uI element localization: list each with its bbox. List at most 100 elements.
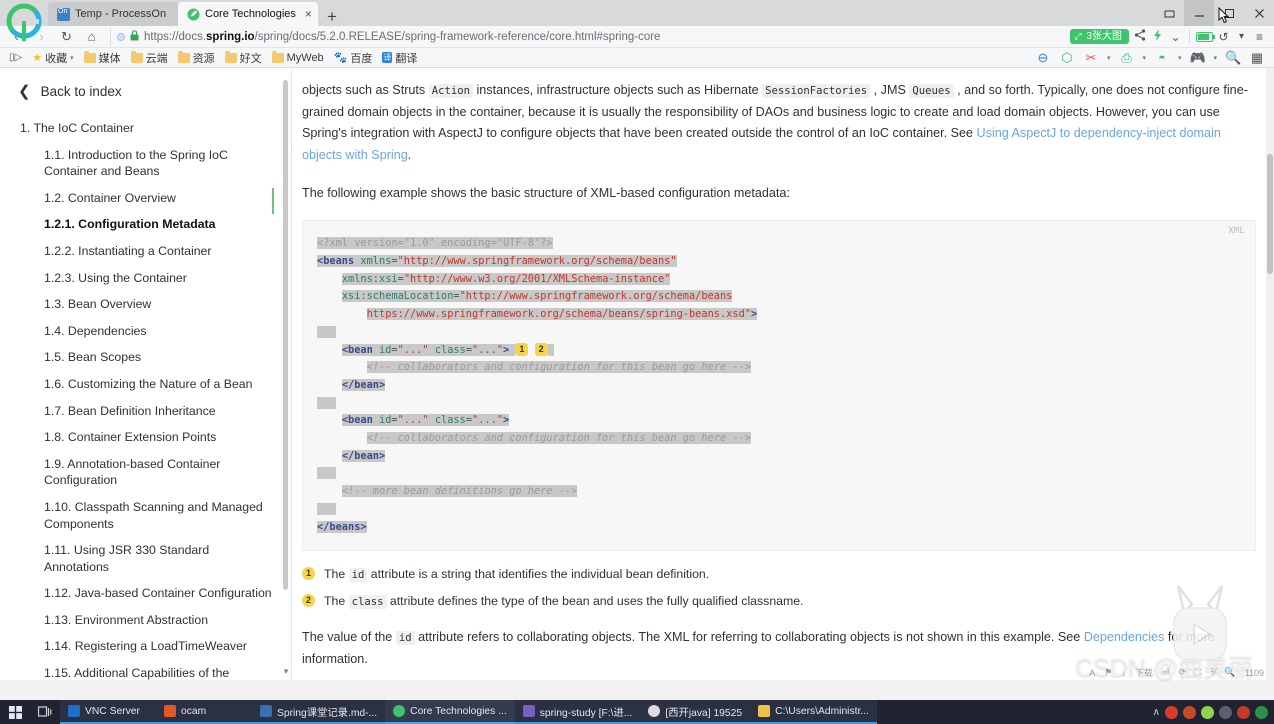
taskbar-item-java[interactable]: [西开java] 19525 [640,700,751,724]
restore-down-icon[interactable] [1154,0,1184,26]
history-icon[interactable]: ↺ [1216,30,1231,44]
browser-tab-1[interactable]: Core Technologies × [178,2,318,26]
dependencies-link[interactable]: Dependencies [1084,630,1165,644]
bookmark-item-4[interactable]: 好文 [221,49,266,67]
bookmark-label: 收藏 [45,52,68,65]
taskbar-item-ocam[interactable]: ocam [156,700,252,724]
stop-icon[interactable]: ⬡ [1059,50,1075,66]
sidebar-item-1-2-1[interactable]: 1.2.1. Configuration Metadata [18,216,275,233]
fullscreen-icon[interactable]: ⛶ [1195,667,1201,678]
lock-icon [130,29,139,44]
caret-small-icon[interactable]: ▾ [1234,31,1249,42]
scroll-down-icon[interactable]: ▼ [282,667,290,676]
app-icon-5[interactable] [1255,705,1268,719]
chevron-down-icon[interactable]: ▾ [1107,54,1111,62]
chevron-down-icon[interactable]: ▾ [1142,54,1146,62]
page-info-icon[interactable] [117,32,125,41]
taskbar-item-browser[interactable]: Core Technologies ... [385,700,515,724]
windows-start-icon[interactable] [0,700,30,724]
scissors-icon[interactable]: ✂ [1083,50,1099,66]
chevron-down-icon[interactable]: ▾ [1213,54,1217,62]
sidebar-scrollbar[interactable] [283,80,288,590]
sidebar-item-1-2[interactable]: 1.2. Container Overview [18,190,275,207]
sidebar-item-1-2-2[interactable]: 1.2.2. Instantiating a Container [18,243,275,260]
app-icon-2[interactable] [1201,705,1214,719]
new-tab-button[interactable]: + [318,8,346,26]
address-bar[interactable]: https://docs.spring.io/spring/docs/5.2.0… [110,27,1067,46]
tab-close-icon[interactable]: × [301,8,312,20]
page-viewport: ❮ Back to index 1. The IoC Container 1.1… [0,68,1274,680]
bookmark-icon[interactable]: ⚑ [1104,667,1112,678]
search-icon[interactable]: 🔍 [1224,667,1235,678]
code-block-xml[interactable]: XML <?xml version="1.0" encoding="UTF-8"… [302,220,1256,552]
sidebar-item-1-4[interactable]: 1.4. Dependencies [18,323,275,340]
taskbar-item-idea[interactable]: spring-study [F:\进... [514,700,641,724]
tray-expand-icon[interactable]: ∧ [1153,707,1160,718]
tab-title: Core Technologies [205,8,296,20]
sidebar-item-1-1[interactable]: 1.1. Introduction to the Spring IoC Cont… [18,147,275,180]
percent-icon[interactable]: ⅟ [1210,667,1215,678]
bookmark-item-7[interactable]: 译 翻译 [378,49,421,67]
app-icon-4[interactable] [1237,705,1250,719]
sidebar-item-1-15[interactable]: 1.15. Additional Capabilities of the App… [18,665,275,680]
sidebar-item-1-6[interactable]: 1.6. Customizing the Nature of a Bean [18,376,275,393]
bookmark-item-3[interactable]: 资源 [174,49,219,67]
download-label[interactable]: 下载 [1135,666,1153,679]
red-circle-icon[interactable] [1165,705,1178,719]
sidebar-item-1-5[interactable]: 1.5. Bean Scopes [18,349,275,366]
task-view-icon[interactable] [30,700,60,724]
taskbar-item-explorer[interactable]: C:\Users\Administr... [750,700,877,724]
bookmark-item-6[interactable]: 🐾 百度 [330,49,377,67]
sidebar-item-1-13[interactable]: 1.13. Environment Abstraction [18,612,275,629]
bookmark-item-2[interactable]: 云端 [127,49,172,67]
back-to-index-link[interactable]: ❮ Back to index [18,82,275,100]
baidu-icon: 🐾 [333,52,348,64]
bookmark-item-0[interactable]: ★ 收藏 ▾ [28,49,77,67]
bookmarks-overflow-button[interactable]: ▯▷ [5,51,26,64]
taskbar-item-vnc[interactable]: VNC Server [60,700,156,724]
menu-icon[interactable]: ≡ [1252,30,1267,44]
app-icon-1[interactable] [1183,705,1196,719]
game-icon[interactable]: 🎮 [1189,50,1205,66]
sidebar-item-1-9[interactable]: 1.9. Annotation-based Container Configur… [18,456,275,489]
share-icon[interactable] [1132,29,1147,44]
bookmark-label: 资源 [192,52,215,65]
sidebar-item-1-2-3[interactable]: 1.2.3. Using the Container [18,270,275,287]
refresh-icon[interactable]: ⟳ [1178,667,1186,678]
code-callout-2: 2 [534,343,548,356]
battery-icon[interactable] [1196,31,1215,42]
taskbar-label: Spring课堂记录.md-... [277,707,378,719]
reload-icon[interactable]: ↻ [54,27,79,47]
block-icon[interactable]: ⊖ [1035,50,1051,66]
assistant-rabbit-icon[interactable] [1162,582,1238,668]
sidebar-item-1-3[interactable]: 1.3. Bean Overview [18,296,275,313]
sidebar-item-1[interactable]: 1. The IoC Container [18,120,275,137]
grid-icon[interactable]: ▦ [1249,50,1265,66]
shield-icon[interactable]: ◓ [1154,50,1170,65]
sidebar-item-1-7[interactable]: 1.7. Bean Definition Inheritance [18,403,275,420]
download-icon[interactable]: ⎙ [1118,50,1134,66]
font-size-icon[interactable]: A [1089,668,1095,678]
browser-tab-0[interactable]: Temp - ProcessOn [48,2,178,26]
sidebar-item-1-14[interactable]: 1.14. Registering a LoadTimeWeaver [18,638,275,655]
lightning-icon[interactable] [1150,29,1165,44]
sidebar-item-1-12[interactable]: 1.12. Java-based Container Configuration [18,585,275,602]
chevron-down-icon[interactable]: ▾ [70,54,74,62]
home-icon[interactable]: ⌂ [79,27,104,47]
bookmark-item-5[interactable]: MyWeb [268,50,328,65]
close-icon[interactable] [1244,0,1274,26]
page-scrollbar[interactable] [1266,68,1274,680]
chevron-down-icon[interactable]: ▾ [1178,54,1182,62]
chevron-down-icon[interactable]: ⌄ [1168,30,1183,44]
taskbar-item-typora[interactable]: Spring课堂记录.md-... [252,700,386,724]
sidebar-item-1-8[interactable]: 1.8. Container Extension Points [18,429,275,446]
capture-button[interactable]: 3张大图 [1070,29,1129,44]
app-icon-3[interactable] [1219,705,1232,719]
minimize-icon[interactable] [1184,0,1214,26]
search-icon[interactable]: 🔍 [1225,50,1241,66]
sidebar-item-1-11[interactable]: 1.11. Using JSR 330 Standard Annotations [18,542,275,575]
reply-icon[interactable]: ⏎ [1162,667,1170,678]
download-icon[interactable]: ↓ [1121,668,1126,678]
sidebar-item-1-10[interactable]: 1.10. Classpath Scanning and Managed Com… [18,499,275,532]
bookmark-item-1[interactable]: 媒体 [80,49,125,67]
